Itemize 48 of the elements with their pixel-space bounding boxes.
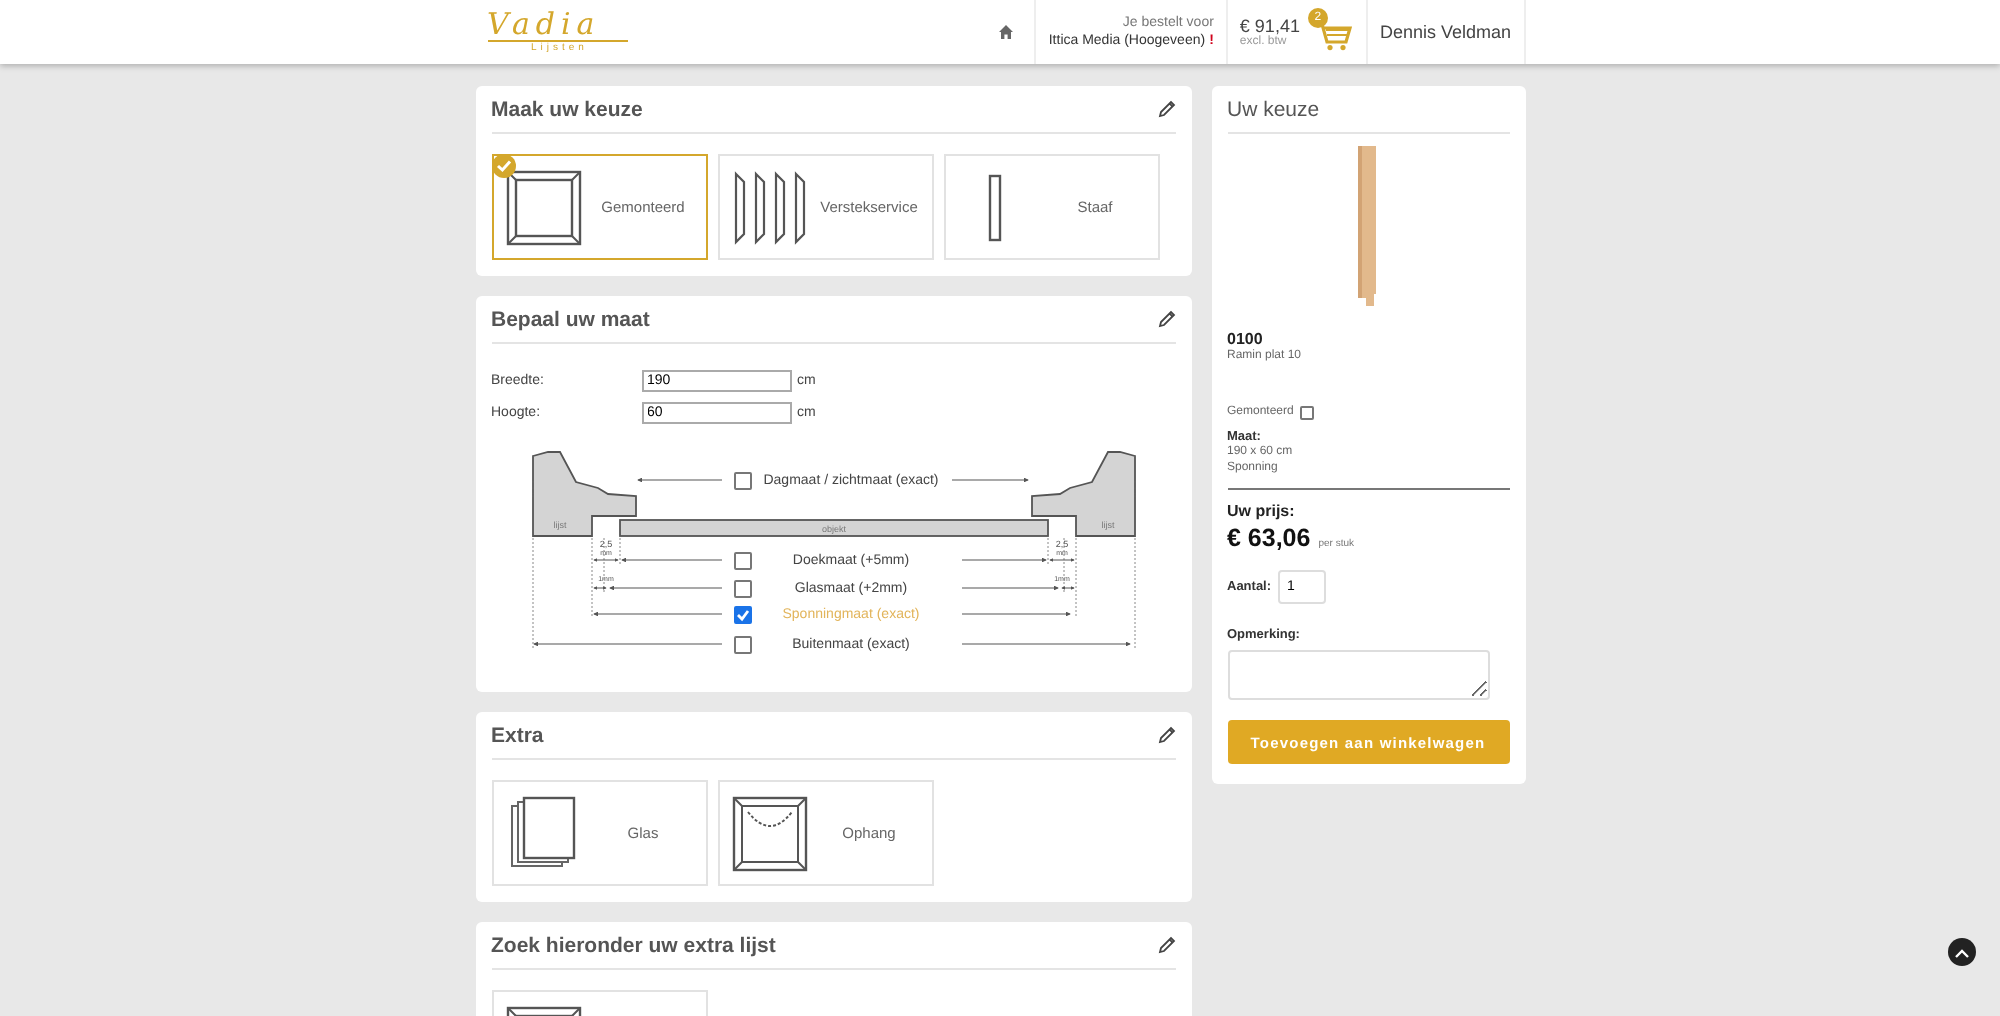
frame-pieces-icon: [731, 169, 807, 245]
user-name[interactable]: Dennis Veldman: [1365, 0, 1525, 64]
checkbox[interactable]: [733, 579, 751, 597]
frame-hanger-icon: [731, 795, 807, 871]
gap-arrow: [1060, 586, 1074, 590]
checkbox[interactable]: [733, 551, 751, 569]
scroll-to-top-button[interactable]: [1948, 938, 1976, 966]
edit-button[interactable]: [1157, 936, 1175, 954]
cart-total: € 91,41: [1239, 16, 1300, 36]
product-code: 0100: [1227, 330, 1265, 348]
remark-field[interactable]: [1227, 650, 1489, 700]
edit-button[interactable]: [1157, 726, 1175, 744]
dimension-arrow: [620, 557, 722, 563]
glass-panes-icon: [505, 795, 581, 871]
edit-button[interactable]: [1157, 100, 1175, 118]
section-title: Zoek hieronder uw extra lijst: [491, 933, 776, 957]
pencil-icon: [1157, 100, 1175, 118]
price-value: € 63,06: [1227, 524, 1311, 552]
frame-profile: [531, 451, 636, 537]
dimension-arrow: [636, 477, 722, 483]
price-heading: Uw prijs:: [1227, 502, 1297, 520]
checkbox[interactable]: [733, 471, 751, 489]
section-title: Extra: [491, 723, 544, 747]
gap-arrow: [592, 586, 606, 590]
frame-icon: [505, 169, 581, 245]
dimension-arrow: [960, 611, 1070, 617]
dimension-arrow: [946, 477, 1028, 483]
home-icon: [998, 24, 1015, 40]
pencil-icon: [1157, 726, 1175, 744]
frame-profile: [1030, 451, 1135, 537]
pencil-icon: [1157, 310, 1175, 328]
checkbox[interactable]: [733, 635, 751, 653]
caret-up-icon: [1954, 947, 1970, 957]
checkbox[interactable]: [1299, 405, 1314, 419]
dimension-arrow: [960, 557, 1046, 563]
gap-arrow: [1048, 558, 1074, 562]
dimension-arrow: [960, 585, 1058, 591]
dimension-arrow: [592, 611, 722, 617]
section-title: Bepaal uw maat: [491, 307, 650, 331]
checkbox[interactable]: [733, 605, 751, 623]
summary-title: Uw keuze: [1227, 97, 1320, 121]
checkmark-badge-icon: [491, 154, 515, 178]
section-title: Maak uw keuze: [491, 97, 643, 121]
pencil-icon: [1157, 936, 1175, 954]
dimension-arrow: [608, 585, 722, 591]
edit-button[interactable]: [1157, 310, 1175, 328]
moulding-bar-icon: [988, 173, 1002, 241]
gap-arrow: [592, 558, 618, 562]
